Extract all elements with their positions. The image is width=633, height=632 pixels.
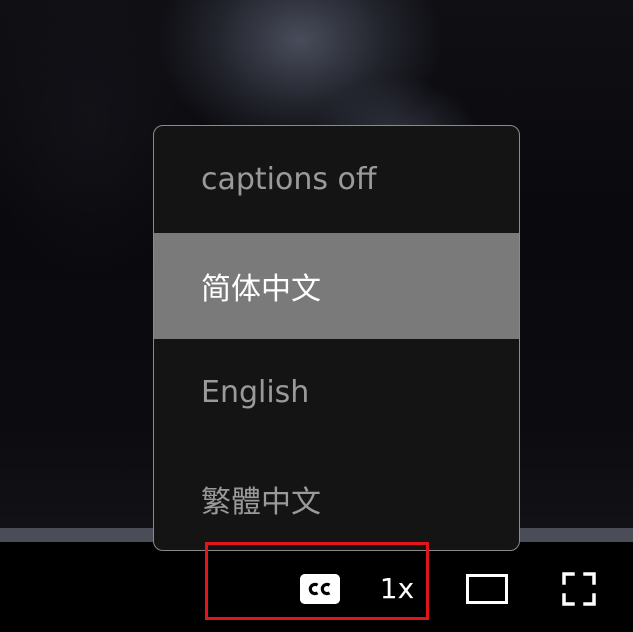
closed-captions-icon bbox=[300, 574, 340, 604]
captions-option-label: 繁體中文 bbox=[201, 485, 321, 520]
fullscreen-button[interactable] bbox=[562, 572, 596, 606]
captions-option-off[interactable]: captions off bbox=[154, 126, 519, 232]
captions-option-simplified-chinese[interactable]: 简体中文 bbox=[154, 233, 519, 339]
closed-captions-button[interactable] bbox=[300, 574, 340, 604]
captions-option-english[interactable]: English bbox=[154, 339, 519, 445]
captions-menu: captions off 简体中文 English 繁體中文 bbox=[153, 125, 520, 551]
captions-option-label: 简体中文 bbox=[201, 272, 321, 307]
theater-mode-icon bbox=[466, 574, 508, 604]
captions-option-label: captions off bbox=[201, 161, 377, 197]
fullscreen-icon bbox=[562, 572, 596, 606]
theater-mode-button[interactable] bbox=[466, 574, 508, 604]
video-player: captions off 简体中文 English 繁體中文 1x bbox=[0, 0, 633, 632]
captions-option-label: English bbox=[201, 374, 310, 410]
playback-speed-button[interactable]: 1x bbox=[372, 570, 422, 608]
captions-option-traditional-chinese[interactable]: 繁體中文 bbox=[154, 446, 519, 550]
